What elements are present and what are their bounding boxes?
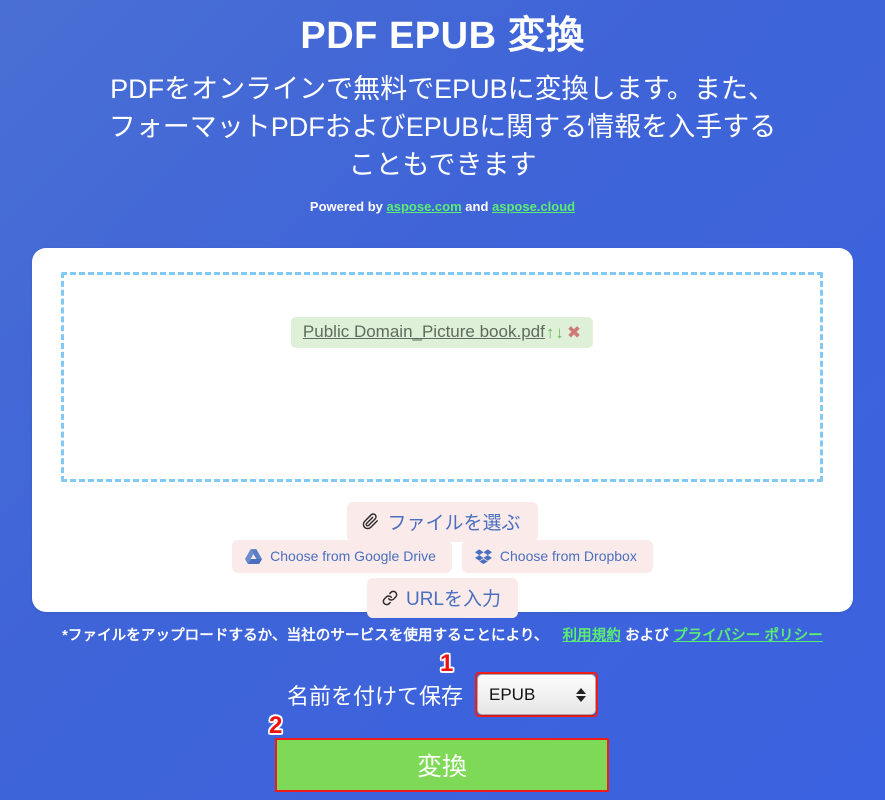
terms-notice: *ファイルをアップロードするか、当社のサービスを使用することにより、 利用規約 お… [0, 624, 885, 645]
convert-button-wrapper: 変換 [275, 738, 609, 792]
choose-file-row: ファイルを選ぶ [32, 502, 853, 542]
google-drive-icon [245, 548, 263, 564]
paperclip-icon [362, 513, 379, 530]
terms-of-use-link[interactable]: 利用規約 [563, 628, 621, 644]
google-drive-button[interactable]: Choose from Google Drive [232, 540, 452, 573]
url-row: URLを入力 [32, 578, 853, 618]
enter-url-label: URLを入力 [405, 589, 501, 610]
aspose-com-link[interactable]: aspose.com [387, 199, 462, 214]
privacy-policy-link[interactable]: プライバシー ポリシー [673, 628, 823, 644]
convert-button[interactable]: 変換 [277, 740, 607, 790]
powered-by-prefix: Powered by [309, 198, 387, 214]
annotation-marker-1: 1 [440, 650, 454, 677]
powered-by-and: and [461, 198, 492, 214]
save-as-row: 名前を付けて保存 EPUB [0, 672, 885, 717]
save-as-label: 名前を付けて保存 [286, 683, 463, 709]
remove-file-icon[interactable]: ✖ [567, 324, 581, 341]
powered-by-line: Powered by aspose.com and aspose.cloud [0, 199, 885, 214]
annotation-marker-2: 2 [269, 712, 283, 739]
dropbox-icon [474, 548, 492, 564]
terms-text: *ファイルをアップロードするか、当社のサービスを使用することにより、 [62, 628, 549, 644]
dropbox-label: Choose from Dropbox [499, 548, 637, 564]
google-drive-label: Choose from Google Drive [270, 548, 436, 564]
format-select-wrapper: EPUB [475, 672, 598, 717]
cloud-sources-row: Choose from Google Drive Choose from Dro… [32, 540, 853, 573]
upload-card: Public Domain_Picture book.pdf ↑ ↓ ✖ ファイ… [32, 248, 853, 618]
choose-file-button[interactable]: ファイルを選ぶ [347, 502, 538, 542]
uploaded-file-chip: Public Domain_Picture book.pdf ↑ ↓ ✖ [290, 317, 594, 348]
dropbox-button[interactable]: Choose from Dropbox [461, 540, 653, 573]
page-subtitle: PDFをオンラインで無料でEPUBに変換します。また、フォーマットPDFおよびE… [108, 73, 777, 181]
move-down-icon[interactable]: ↓ [555, 324, 564, 341]
link-icon [382, 590, 398, 606]
move-up-icon[interactable]: ↑ [546, 324, 555, 341]
hero-section: PDF EPUB 変換 PDFをオンラインで無料でEPUBに変換します。また、フ… [0, 0, 885, 214]
uploaded-file-name[interactable]: Public Domain_Picture book.pdf [303, 322, 545, 342]
file-dropzone[interactable]: Public Domain_Picture book.pdf ↑ ↓ ✖ [61, 272, 823, 482]
page-title: PDF EPUB 変換 [300, 15, 585, 57]
choose-file-label: ファイルを選ぶ [387, 513, 521, 534]
terms-conjunction: および [625, 628, 669, 644]
aspose-cloud-link[interactable]: aspose.cloud [492, 199, 575, 214]
format-select[interactable]: EPUB [477, 674, 596, 715]
enter-url-button[interactable]: URLを入力 [366, 578, 518, 618]
